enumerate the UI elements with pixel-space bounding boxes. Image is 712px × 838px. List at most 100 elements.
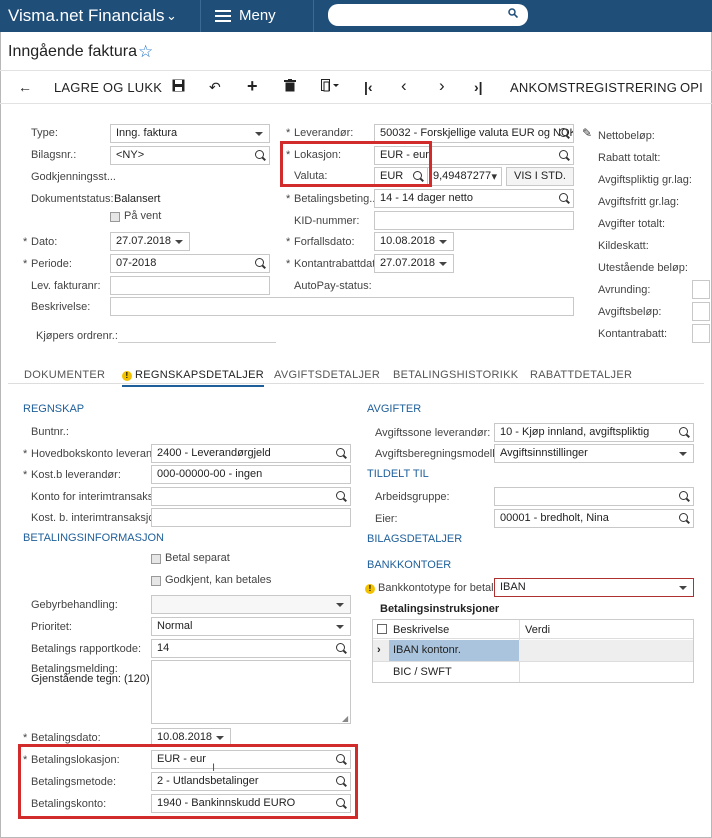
avgiftssone-field[interactable]: 10 - Kjøp innland, avgiftspliktig [494, 423, 694, 442]
overflow-button[interactable]: OPI [680, 80, 703, 95]
arbeidsgruppe-field[interactable] [494, 487, 694, 506]
summary-value-field[interactable] [692, 302, 710, 321]
bilagsnr-field[interactable]: <NY> [110, 146, 270, 165]
bilagsdetaljer-section-title[interactable]: BILAGSDETALJER [367, 533, 462, 545]
search-input[interactable] [328, 4, 528, 26]
tildelt-til-section-title: TILDELT TIL [367, 468, 429, 480]
interim-konto-field[interactable] [151, 487, 351, 506]
search-icon[interactable] [559, 128, 568, 137]
kostb-leverandor-label: Kost.b leverandør: [23, 469, 121, 481]
delete-icon[interactable] [284, 79, 296, 95]
prioritet-select[interactable]: Normal [151, 617, 351, 636]
kjopers-ordrenr-input[interactable] [118, 342, 276, 343]
valuta-rate-value: 9,49487277 [433, 170, 492, 182]
last-record-icon[interactable]: ›| [474, 79, 483, 95]
search-icon[interactable] [336, 643, 345, 652]
tab-avgiftsdetaljer[interactable]: AVGIFTSDETALJER [274, 369, 380, 381]
type-label: Type: [31, 127, 58, 139]
edit-icon[interactable]: ✎ [582, 126, 592, 140]
kontantrabattdato-label: Kontantrabattdato: [286, 258, 384, 270]
periode-value: 07-2018 [116, 257, 157, 269]
next-record-icon[interactable]: › [439, 76, 445, 96]
window-frame [0, 0, 712, 838]
search-icon[interactable] [336, 448, 345, 457]
kid-nummer-input[interactable] [374, 211, 574, 230]
add-icon[interactable]: + [247, 76, 258, 97]
menu-label: Meny [239, 7, 276, 24]
search-icon[interactable] [559, 193, 568, 202]
search-icon[interactable] [679, 427, 688, 436]
arbeidsgruppe-label: Arbeidsgruppe: [375, 491, 450, 503]
search-icon[interactable] [508, 8, 518, 18]
row-beskrivelse[interactable]: IBAN kontonr. [393, 644, 461, 656]
godkjent-checkbox[interactable] [151, 576, 161, 586]
tab-regnskapsdetaljer[interactable]: ! REGNSKAPSDETALJER [122, 369, 264, 387]
save-close-button[interactable]: LAGRE OG LUKK [54, 80, 162, 95]
app-title[interactable]: Visma.net Financials [8, 6, 165, 26]
betalingsmelding-textarea[interactable] [151, 660, 351, 724]
gebyrbehandling-select[interactable] [151, 595, 351, 614]
search-icon[interactable] [559, 150, 568, 159]
resize-handle-icon[interactable]: ◢ [342, 714, 348, 723]
undo-icon[interactable]: ↶ [209, 79, 221, 96]
beskrivelse-input[interactable] [110, 297, 574, 316]
copy-paste-icon[interactable] [321, 79, 341, 95]
eier-field[interactable]: 00001 - bredholt, Nina [494, 509, 694, 528]
column-header-verdi[interactable]: Verdi [525, 624, 550, 636]
kid-nummer-label: KID-nummer: [294, 215, 360, 227]
interim-kostb-label: Kost. b. interimtransaksjo... [31, 512, 164, 524]
rapportkode-field[interactable]: 14 [151, 639, 351, 658]
previous-record-icon[interactable]: ‹ [401, 76, 407, 96]
search-icon[interactable] [679, 513, 688, 522]
search-icon[interactable] [255, 258, 264, 267]
summary-label: Avgiftsfritt gr.lag: [598, 196, 680, 208]
betalingsinstruksjoner-grid: Beskrivelse Verdi › IBAN kontonr. BIC / … [372, 619, 694, 683]
betalingsbetingelser-field[interactable]: 14 - 14 dager netto [374, 189, 574, 208]
dato-field[interactable]: 27.07.2018 [110, 232, 190, 251]
tab-rabattdetaljer[interactable]: RABATTDETALJER [530, 369, 632, 381]
hovedbokskonto-field[interactable]: 2400 - Leverandørgjeld [151, 444, 351, 463]
tab-dokumenter[interactable]: DOKUMENTER [24, 369, 105, 381]
main-menu-button[interactable]: Meny [200, 0, 314, 32]
lev-fakturanr-input[interactable] [110, 276, 270, 295]
ankomstregistrering-button[interactable]: ANKOMSTREGISTRERING [510, 80, 677, 95]
valuta-rate-field[interactable]: 9,49487277 ▾ [427, 167, 502, 186]
avgiftssone-label: Avgiftssone leverandør: [375, 427, 491, 439]
avgiftsmodell-select[interactable]: Avgiftsinnstillinger [494, 444, 694, 463]
kontantrabattdato-field[interactable]: 27.07.2018 [374, 254, 454, 273]
row-beskrivelse[interactable]: BIC / SWFT [393, 666, 452, 678]
back-arrow-icon[interactable]: ← [18, 79, 32, 95]
highlight-box [18, 744, 358, 819]
summary-value-field[interactable] [692, 280, 710, 299]
chevron-down-icon[interactable]: ⌄ [166, 8, 177, 24]
leverandor-label: Leverandør: [286, 127, 353, 139]
interim-kostb-input[interactable] [151, 508, 351, 527]
hovedbokskonto-label: Hovedbokskonto leveran... [23, 448, 161, 460]
bankkontotype-select[interactable]: IBAN [494, 578, 694, 597]
column-header-beskrivelse[interactable]: Beskrivelse [393, 624, 449, 636]
search-icon[interactable] [255, 150, 264, 159]
warning-icon: ! [365, 584, 375, 594]
bankkontoer-section-title: BANKKONTOER [367, 559, 452, 571]
grid-icon[interactable] [377, 624, 387, 634]
warning-icon: ! [122, 371, 132, 381]
chevron-down-icon[interactable]: ▾ [491, 170, 497, 183]
summary-value-field[interactable] [692, 324, 710, 343]
lev-fakturanr-label: Lev. fakturanr: [31, 280, 101, 292]
tab-betalingshistorikk[interactable]: BETALINGSHISTORIKK [393, 369, 518, 381]
type-select[interactable]: Inng. faktura [110, 124, 270, 143]
search-icon[interactable] [336, 491, 345, 500]
summary-label: Avgifter totalt: [598, 218, 666, 230]
search-icon[interactable] [679, 491, 688, 500]
save-icon[interactable] [172, 79, 185, 95]
first-record-icon[interactable]: |‹ [364, 79, 373, 95]
paa-vent-checkbox[interactable] [110, 212, 120, 222]
star-icon[interactable]: ☆ [138, 42, 153, 62]
betal-separat-checkbox[interactable] [151, 554, 161, 564]
periode-field[interactable]: 07-2018 [110, 254, 270, 273]
forfallsdato-field[interactable]: 10.08.2018 [374, 232, 454, 251]
kostb-leverandor-field[interactable]: 000-00000-00 - ingen [151, 465, 351, 484]
highlight-box [280, 141, 432, 187]
bankkontotype-label: ! Bankkontotype for betaling: [365, 582, 511, 594]
vis-i-std-button[interactable]: VIS I STD. [506, 167, 574, 186]
